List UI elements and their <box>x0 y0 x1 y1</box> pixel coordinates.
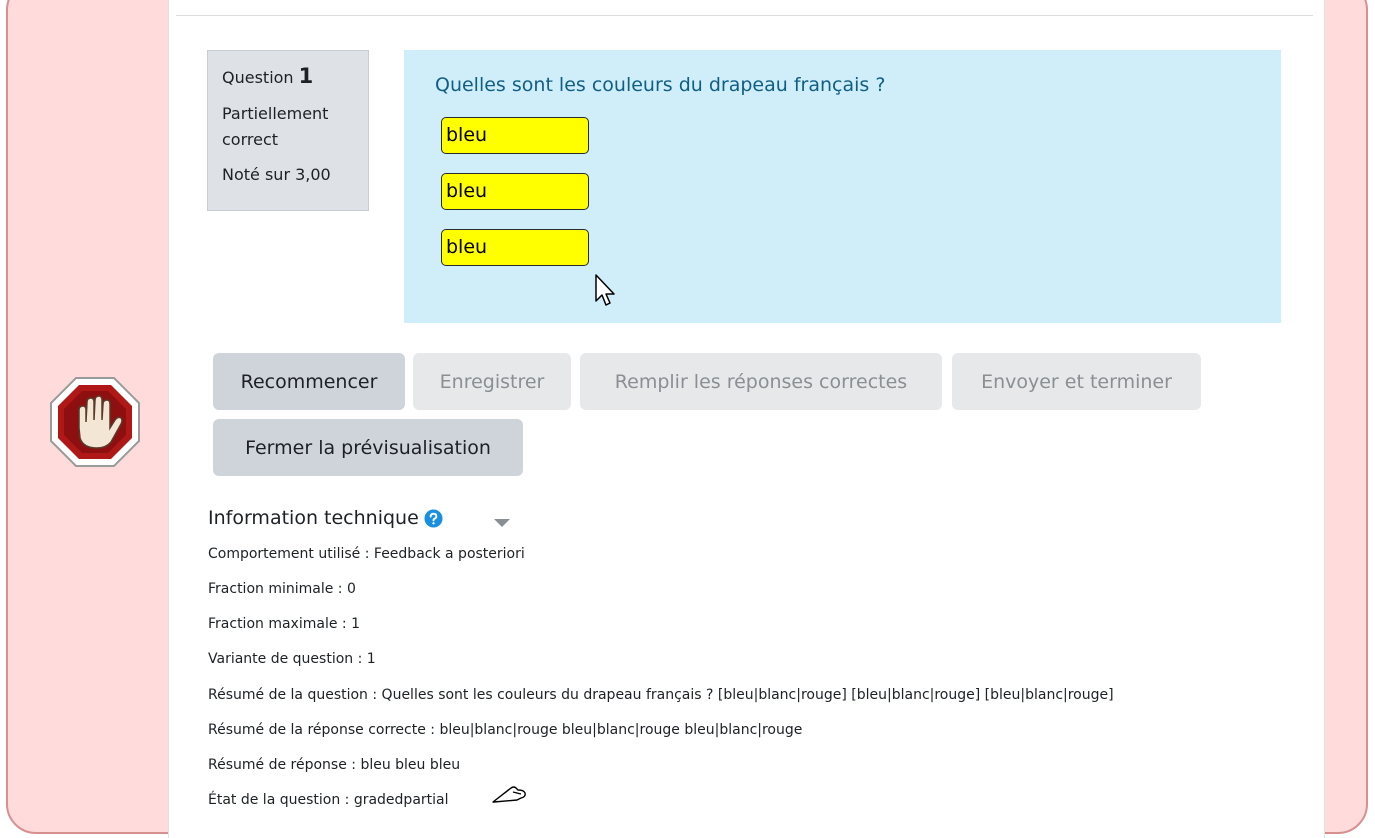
tech-info-line: Variante de question : 1 <box>208 651 376 667</box>
fill-correct-button[interactable]: Remplir les réponses correctes <box>580 353 942 410</box>
save-button[interactable]: Enregistrer <box>413 353 571 410</box>
technical-info-heading[interactable]: Information technique <box>208 507 443 529</box>
panel-divider <box>176 15 1313 16</box>
answer-field-1[interactable]: bleu <box>441 117 589 154</box>
tech-info-line: État de la question : gradedpartial <box>208 792 449 808</box>
tech-info-line: Fraction minimale : 0 <box>208 581 356 597</box>
hand-pointer-icon <box>492 786 526 803</box>
tech-info-line: Résumé de la question : Quelles sont les… <box>208 687 1114 703</box>
tech-info-line: Résumé de réponse : bleu bleu bleu <box>208 757 461 773</box>
question-text: Quelles sont les couleurs du drapeau fra… <box>435 74 886 96</box>
question-number-value: 1 <box>298 64 314 88</box>
tech-info-line: Fraction maximale : 1 <box>208 616 360 632</box>
submit-finish-button[interactable]: Envoyer et terminer <box>952 353 1201 410</box>
technical-info-title: Information technique <box>208 507 419 529</box>
question-label: Question <box>222 68 294 87</box>
tech-info-line: Résumé de la réponse correcte : bleu|bla… <box>208 722 803 738</box>
question-grade: Noté sur 3,00 <box>222 165 331 184</box>
answer-field-2[interactable]: bleu <box>441 173 589 210</box>
tech-info-line: Comportement utilisé : Feedback a poster… <box>208 546 525 562</box>
question-state: Partiellement correct <box>222 104 329 149</box>
help-icon[interactable] <box>424 508 443 528</box>
stop-hand-icon <box>50 377 140 467</box>
restart-button[interactable]: Recommencer <box>213 353 405 410</box>
question-info-box: Question 1 Partiellement correct Noté su… <box>207 50 369 211</box>
question-number: Question 1 <box>222 65 354 89</box>
close-preview-button[interactable]: Fermer la prévisualisation <box>213 419 523 476</box>
mouse-cursor-icon <box>595 274 615 306</box>
caret-down-icon[interactable] <box>493 518 511 528</box>
answer-field-3[interactable]: bleu <box>441 229 589 266</box>
question-content: Quelles sont les couleurs du drapeau fra… <box>404 50 1281 323</box>
